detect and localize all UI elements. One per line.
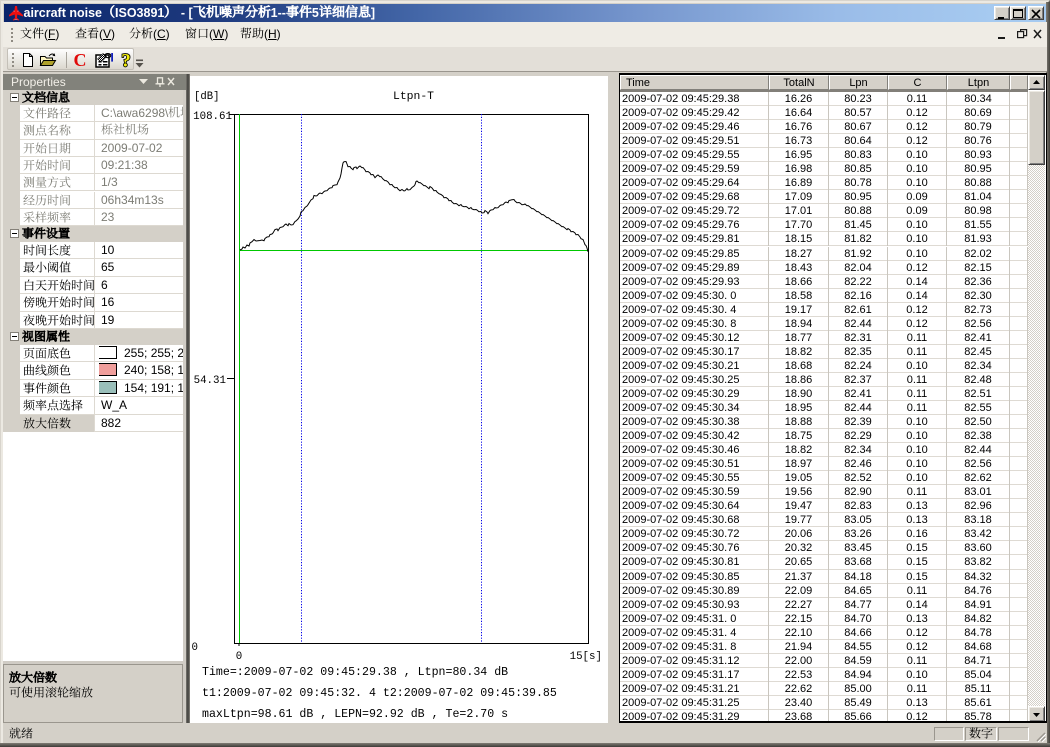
svg-text:Time=:2009-07-02 09:45:29.38 ,: Time=:2009-07-02 09:45:29.38 , Ltpn=80.3… [202,666,508,679]
svg-text:?: ? [121,51,131,69]
svg-text:54.31: 54.31 [193,375,225,387]
svg-text:108.61: 108.61 [193,111,232,123]
svg-text:15[s]: 15[s] [569,651,601,663]
svg-text:0: 0 [235,651,241,663]
svg-text:0: 0 [191,642,197,654]
svg-text:t1:2009-07-02 09:45:32. 4 t2:2: t1:2009-07-02 09:45:32. 4 t2:2009-07-02 … [202,687,557,700]
svg-text:[dB]: [dB] [194,91,219,103]
svg-text:Ltpn-T: Ltpn-T [393,91,434,103]
svg-text:maxLtpn=98.61 dB , LEPN=92.92: maxLtpn=98.61 dB , LEPN=92.92 dB , Te=2.… [202,708,508,721]
